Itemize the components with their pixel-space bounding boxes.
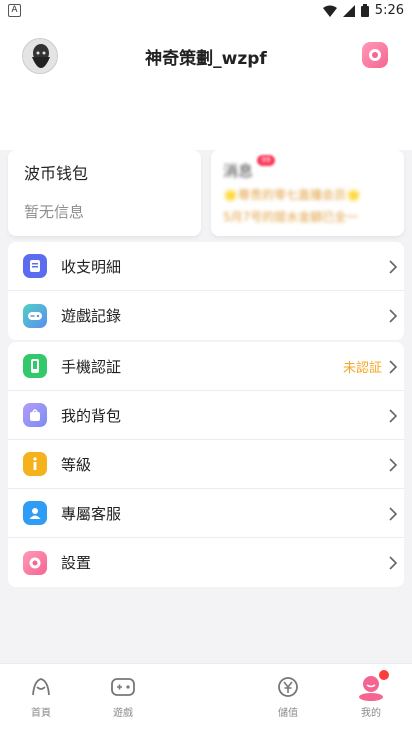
chevron-right-icon bbox=[389, 309, 398, 323]
game-icon bbox=[93, 674, 153, 700]
tab-recharge[interactable]: 儲值 bbox=[258, 674, 318, 719]
menu-item-backpack[interactable]: 我的背包 bbox=[8, 391, 404, 440]
status-time: 5:26 bbox=[374, 3, 404, 18]
chevron-right-icon bbox=[389, 507, 398, 521]
wallet-title: 波币钱包 bbox=[24, 164, 89, 183]
message-preview-line-2: 5月7号的提水金額已全一 bbox=[223, 210, 359, 224]
verify-status: 未認証 bbox=[342, 360, 382, 376]
wallet-subtitle: 暂无信息 bbox=[24, 203, 85, 221]
messages-title: 消息 bbox=[223, 162, 254, 180]
phone-icon bbox=[23, 354, 47, 378]
tab-home[interactable]: 首頁 bbox=[11, 674, 71, 719]
username: 神奇策劃_wzpf bbox=[145, 49, 267, 69]
chevron-right-icon bbox=[389, 360, 398, 374]
yuan-icon bbox=[258, 674, 318, 700]
tab-label: 我的 bbox=[361, 708, 381, 719]
wifi-icon bbox=[322, 5, 337, 17]
home-icon bbox=[11, 674, 71, 700]
menu-item-level[interactable]: 等級 bbox=[8, 440, 404, 489]
status-bar: A 5:26 bbox=[0, 0, 412, 24]
menu-label: 等級 bbox=[61, 455, 92, 474]
menu-label: 設置 bbox=[61, 554, 92, 572]
flower-settings-icon bbox=[369, 49, 381, 61]
menu-item-phone-verify[interactable]: 手機認証 未認証 bbox=[8, 342, 404, 391]
chevron-right-icon bbox=[389, 260, 398, 274]
signal-icon bbox=[342, 4, 355, 17]
ledger-icon bbox=[23, 254, 47, 278]
notification-dot bbox=[379, 670, 389, 680]
battery-icon bbox=[360, 4, 369, 17]
chevron-right-icon bbox=[389, 409, 398, 423]
menu-item-customer-service[interactable]: 專屬客服 bbox=[8, 489, 404, 538]
profile-icon bbox=[341, 670, 401, 701]
menu-label: 遊戲記錄 bbox=[61, 307, 122, 325]
menu-label: 專屬客服 bbox=[61, 504, 122, 523]
settings-button[interactable] bbox=[362, 42, 388, 68]
menu-label: 我的背包 bbox=[61, 406, 122, 425]
menu-label: 收支明細 bbox=[61, 257, 122, 276]
menu-group-account: 手機認証 未認証 我的背包 等級 專屬客服 設置 bbox=[8, 342, 404, 587]
messages-card[interactable]: 消息 99 🌟尊贵的零七直播会员🌟 5月7号的提水金額已全一 bbox=[211, 150, 404, 236]
menu-label: 手機認証 bbox=[61, 357, 122, 376]
profile-header: 神奇策劃_wzpf bbox=[0, 24, 412, 150]
chevron-right-icon bbox=[389, 458, 398, 472]
tab-games[interactable]: 遊戲 bbox=[93, 674, 153, 719]
wallet-card[interactable]: 波币钱包 暂无信息 bbox=[8, 150, 201, 236]
bag-icon bbox=[23, 403, 47, 427]
gear-icon bbox=[23, 550, 47, 575]
tab-label: 儲值 bbox=[278, 708, 298, 719]
menu-item-game-records[interactable]: 遊戲記錄 bbox=[8, 291, 404, 340]
menu-item-transactions[interactable]: 收支明細 bbox=[8, 242, 404, 291]
tab-profile[interactable]: 我的 bbox=[341, 670, 401, 719]
tab-label: 遊戲 bbox=[113, 708, 133, 719]
messages-badge: 99 bbox=[257, 155, 275, 166]
bottom-tab-bar: 首頁 遊戲 儲值 我的 bbox=[0, 663, 412, 732]
tab-label: 首頁 bbox=[31, 708, 51, 719]
chevron-right-icon bbox=[389, 556, 398, 570]
notification-icon: A bbox=[8, 4, 21, 17]
info-icon bbox=[23, 452, 47, 476]
menu-item-settings[interactable]: 設置 bbox=[8, 538, 404, 587]
gamepad-icon bbox=[23, 303, 47, 328]
menu-group-finance: 收支明細 遊戲記錄 bbox=[8, 242, 404, 340]
user-icon bbox=[23, 501, 47, 525]
message-preview-line-1: 🌟尊贵的零七直播会员🌟 bbox=[223, 188, 361, 202]
